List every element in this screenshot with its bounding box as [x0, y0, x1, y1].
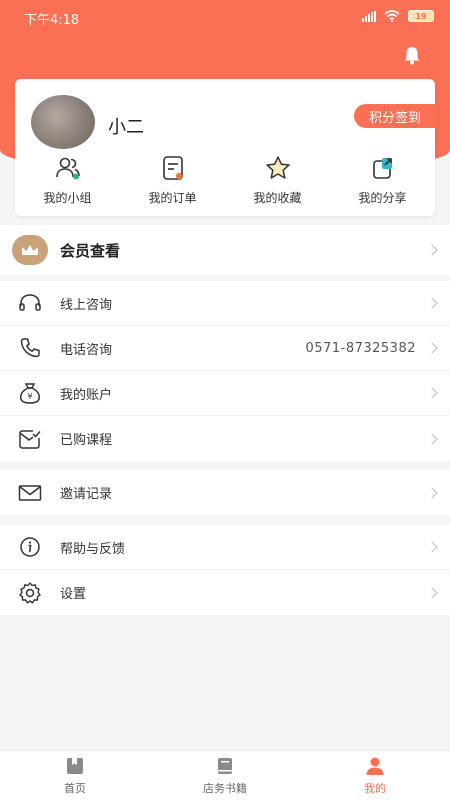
menu-item-account[interactable]: ¥ 我的账户 — [0, 371, 450, 416]
phone-number: 0571-87325382 — [305, 340, 416, 356]
tab-label: 店务书籍 — [203, 781, 247, 795]
tab-home[interactable]: 首页 — [0, 751, 150, 800]
status-icons: 19 — [362, 10, 434, 22]
menu-item-label: 设置 — [60, 587, 87, 602]
chevron-right-icon — [426, 586, 438, 599]
wifi-icon — [384, 10, 400, 22]
vip-label: 会员查看 — [60, 241, 121, 260]
bottom-tabbar: 首页 店务书籍 我的 — [0, 750, 450, 800]
menu-item-label: 已购课程 — [60, 433, 113, 448]
quick-action-favorites[interactable]: 我的收藏 — [225, 155, 330, 206]
crown-icon — [12, 235, 48, 265]
menu-item-label: 线上咨询 — [60, 297, 113, 313]
status-bar: 下午4:18 19 — [0, 0, 450, 34]
chevron-right-icon — [426, 541, 438, 553]
quick-action-label: 我的分享 — [358, 191, 407, 205]
chevron-right-icon — [426, 297, 438, 309]
book-icon — [218, 757, 232, 774]
menu-item-label: 我的账户 — [60, 387, 113, 403]
chevron-right-icon — [426, 432, 438, 445]
menu-item-online-consult[interactable]: 线上咨询 — [0, 281, 450, 326]
envelope-icon — [18, 481, 42, 505]
username: 小二 — [108, 117, 144, 138]
service-section: 线上咨询 电话咨询 0571-87325382 ¥ 我的账户 已购课程 — [0, 281, 450, 461]
battery-icon: 19 — [408, 10, 434, 22]
tab-label: 我的 — [364, 781, 386, 795]
chevron-right-icon — [426, 486, 438, 499]
invite-section: 邀请记录 — [0, 470, 450, 515]
points-signin-button[interactable]: 积分签到 — [354, 104, 436, 128]
mail-check-icon — [18, 427, 42, 451]
menu-item-help[interactable]: 帮助与反馈 — [0, 525, 450, 570]
menu-item-invites[interactable]: 邀请记录 — [0, 470, 450, 515]
menu-item-phone-consult[interactable]: 电话咨询 0571-87325382 — [0, 326, 450, 371]
person-icon — [366, 757, 384, 775]
quick-action-label: 我的订单 — [148, 191, 197, 205]
gear-icon — [18, 581, 42, 605]
quick-action-shares[interactable]: 我的分享 — [330, 155, 435, 206]
headset-icon — [18, 291, 42, 315]
menu-item-label: 帮助与反馈 — [60, 541, 126, 557]
tab-books[interactable]: 店务书籍 — [150, 751, 300, 800]
signal-icon — [362, 10, 376, 22]
quick-action-label: 我的小组 — [43, 191, 92, 205]
quick-action-label: 我的收藏 — [253, 191, 302, 205]
info-icon — [18, 535, 42, 559]
money-bag-icon: ¥ — [18, 381, 42, 405]
quick-actions: 我的小组 我的订单 我的收藏 我的分享 — [15, 155, 435, 206]
group-icon — [55, 157, 80, 180]
chevron-right-icon — [426, 342, 438, 354]
star-icon — [265, 156, 290, 179]
chevron-right-icon — [426, 244, 438, 256]
tab-label: 首页 — [64, 781, 86, 795]
share-icon — [372, 158, 392, 179]
menu-item-label: 电话咨询 — [60, 342, 113, 358]
status-time: 下午4:18 — [24, 13, 80, 28]
menu-item-courses[interactable]: 已购课程 — [0, 416, 450, 461]
menu-item-label: 邀请记录 — [60, 487, 113, 502]
chevron-right-icon — [426, 387, 438, 399]
phone-icon — [18, 336, 42, 360]
profile-card: 小二 积分签到 我的小组 我的订单 我的收藏 我的分享 — [15, 79, 436, 216]
vip-section: 会员查看 — [0, 225, 450, 275]
quick-action-orders[interactable]: 我的订单 — [120, 155, 225, 206]
menu-item-settings[interactable]: 设置 — [0, 570, 450, 615]
avatar[interactable] — [31, 95, 95, 149]
support-section: 帮助与反馈 设置 — [0, 525, 450, 615]
svg-text:¥: ¥ — [27, 392, 32, 401]
home-icon — [67, 757, 83, 774]
quick-action-groups[interactable]: 我的小组 — [15, 155, 120, 206]
bell-icon[interactable] — [401, 44, 423, 66]
tab-mine[interactable]: 我的 — [300, 751, 450, 800]
order-icon — [162, 156, 183, 180]
vip-row[interactable]: 会员查看 — [0, 225, 450, 275]
